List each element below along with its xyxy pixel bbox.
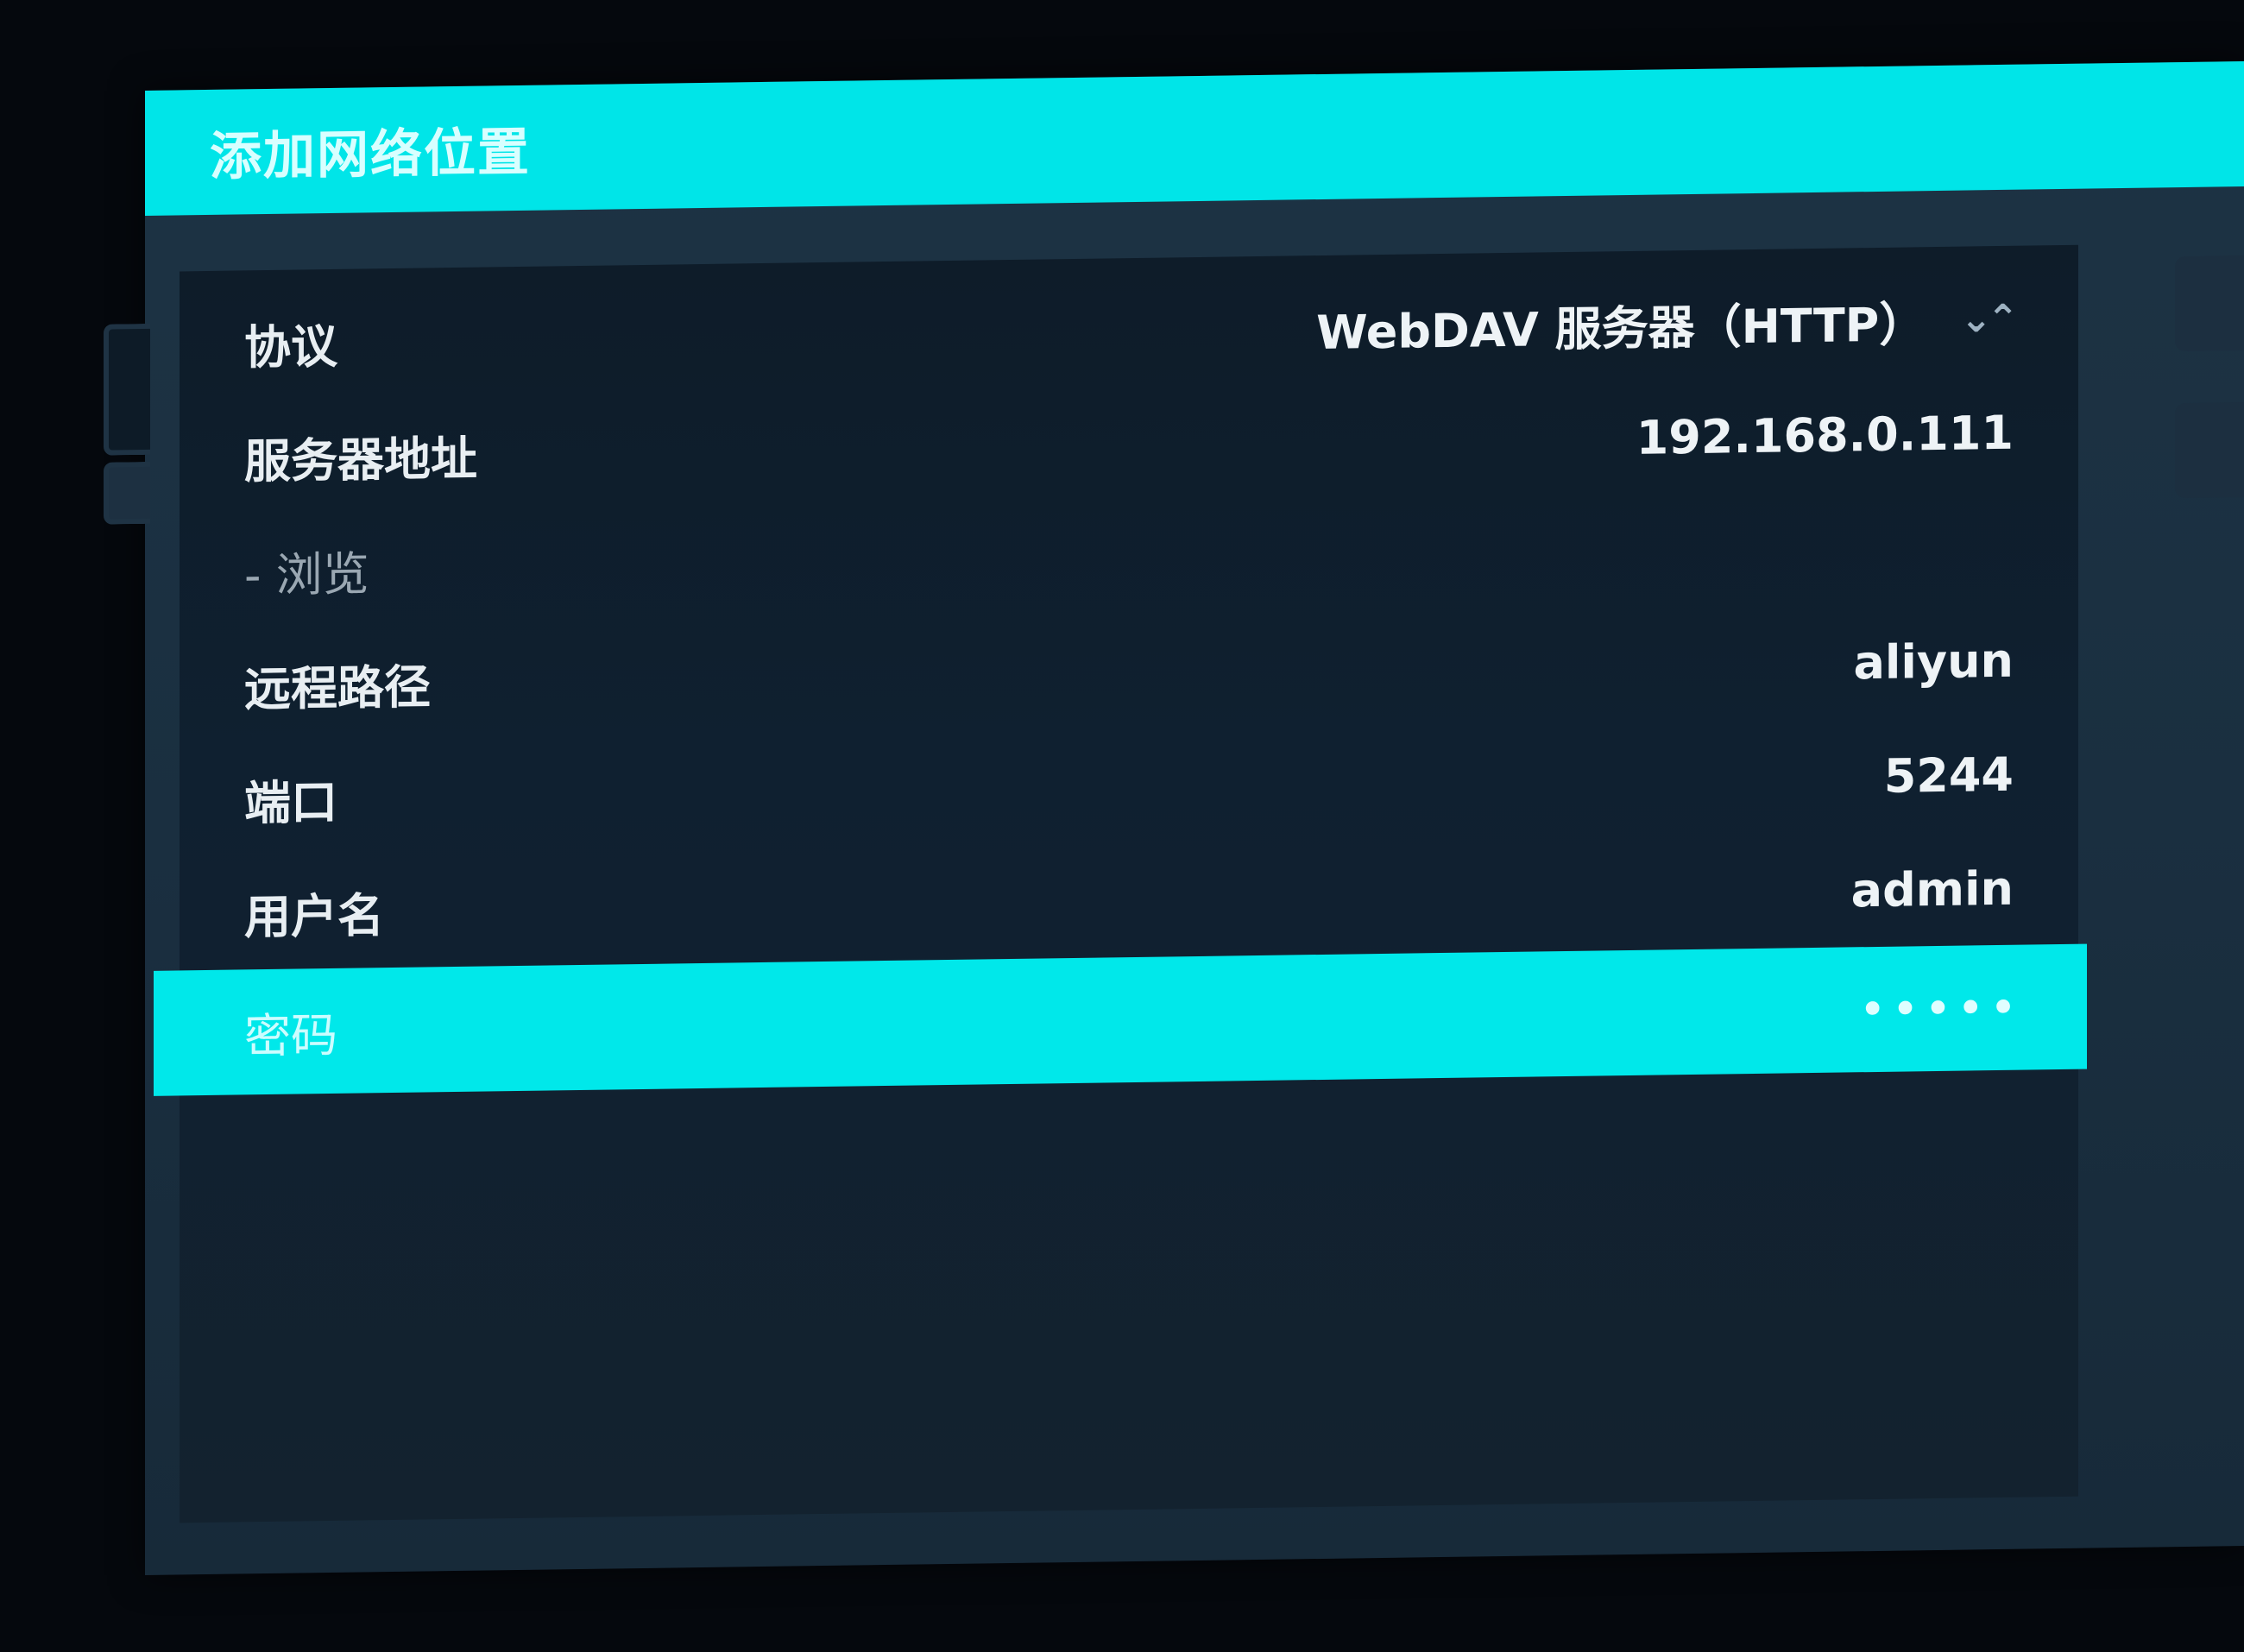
setting-label: 用户名	[244, 887, 384, 944]
setting-label: 协议	[244, 318, 337, 375]
chevron-down-up-icon[interactable]: ⌄⌃	[1960, 296, 2014, 341]
setting-value: aliyun	[1853, 633, 2014, 690]
side-button[interactable]	[2175, 255, 2244, 352]
left-edge-tab-lower	[104, 461, 150, 525]
dialog-title: 添加网络位置	[210, 122, 531, 187]
setting-label: 服务器地址	[244, 431, 477, 489]
password-value: •••••	[1858, 980, 2022, 1037]
setting-value: 192.168.0.111	[1636, 405, 2014, 465]
settings-list: 协议 WebDAV 服务器（HTTP） ⌄⌃ 服务器地址 192.168.0.1…	[154, 244, 2087, 1523]
setting-password[interactable]: 密码 •••••	[154, 943, 2087, 1096]
setting-label: 远程路径	[244, 659, 431, 716]
setting-label: - 浏览	[244, 545, 369, 602]
background-header-ghost	[9, 35, 23, 79]
left-edge-tab	[104, 323, 150, 456]
setting-label: 密码	[244, 1007, 337, 1064]
setting-label: 端口	[244, 774, 337, 830]
dialog-titlebar: 添加网络位置	[145, 61, 2244, 216]
side-button[interactable]	[2175, 402, 2244, 499]
setting-value: WebDAV 服务器（HTTP） ⌄⌃	[1316, 284, 2014, 362]
protocol-value: WebDAV 服务器（HTTP）	[1316, 296, 1926, 360]
add-network-location-dialog: 添加网络位置 协议 WebDAV 服务器（HTTP） ⌄⌃ 服务器地址 192.…	[104, 61, 2244, 1576]
setting-value: admin	[1850, 861, 2014, 917]
setting-value: 5244	[1883, 747, 2014, 804]
